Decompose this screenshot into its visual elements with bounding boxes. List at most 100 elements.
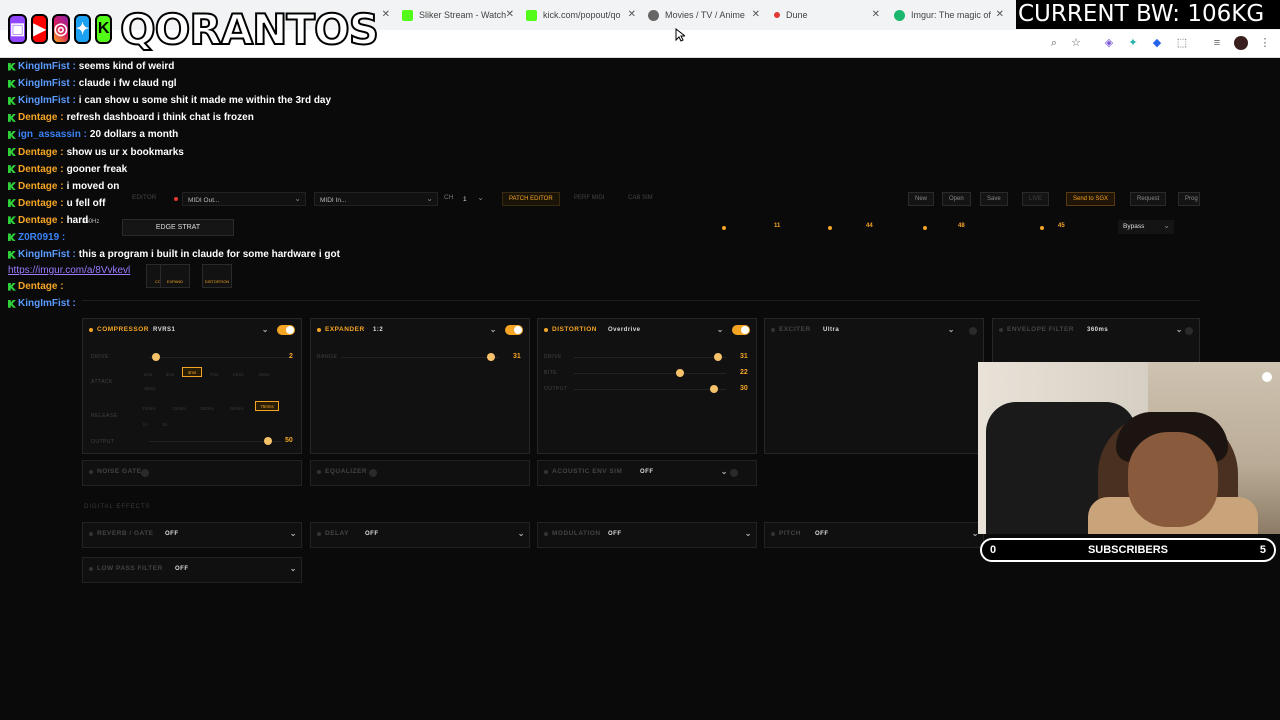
- chat-username[interactable]: Dentage :: [18, 281, 64, 292]
- exciter-mode-select[interactable]: Ultra ⌄: [823, 325, 955, 337]
- compressor-toggle[interactable]: [277, 325, 295, 335]
- channel-select[interactable]: 1 ⌄: [458, 192, 488, 206]
- chat-username[interactable]: Z0R0919 :: [18, 232, 65, 243]
- cab-sim-tab[interactable]: CAB SIM: [622, 192, 659, 206]
- chat-username[interactable]: KingImFist :: [18, 61, 76, 72]
- modulation-mode-select[interactable]: OFF ⌄: [608, 529, 752, 541]
- open-button[interactable]: Open: [942, 192, 971, 206]
- tab-kick-popout[interactable]: kick.com/popout/qo ✕: [520, 4, 640, 26]
- patch-editor-tab[interactable]: PATCH EDITOR: [502, 192, 560, 206]
- slider-thumb[interactable]: [676, 369, 685, 377]
- reverb-mode-select[interactable]: OFF ⌄: [165, 529, 297, 541]
- tab-dune[interactable]: Dune ✕: [766, 4, 884, 26]
- chat-username[interactable]: Dentage :: [18, 164, 64, 175]
- slider-thumb[interactable]: [709, 385, 718, 393]
- chevron-down-icon: ⌄: [1175, 325, 1183, 334]
- close-icon[interactable]: ✕: [996, 9, 1004, 20]
- acoustic-mode-select[interactable]: OFF ⌄: [640, 467, 728, 479]
- live-button[interactable]: LIVE: [1022, 192, 1050, 206]
- slider-thumb[interactable]: [263, 437, 272, 445]
- distortion-toggle[interactable]: [732, 325, 750, 335]
- release-chip[interactable]: 500ms: [227, 403, 247, 413]
- envelope-toggle[interactable]: [1185, 327, 1193, 335]
- close-icon[interactable]: ✕: [752, 9, 760, 20]
- chat-username[interactable]: KingImFist :: [18, 249, 76, 260]
- output-slider[interactable]: [149, 441, 281, 442]
- expander-toggle[interactable]: [505, 325, 523, 335]
- range-slider[interactable]: [341, 357, 499, 358]
- tab-sliker[interactable]: Sliker Stream - Watch ✕: [396, 4, 518, 26]
- bite-slider[interactable]: [574, 373, 726, 374]
- acoustic-toggle[interactable]: [730, 469, 738, 477]
- send-to-sgx-button[interactable]: Send to SGX: [1066, 192, 1116, 206]
- chat-username[interactable]: Dentage :: [18, 147, 64, 158]
- release-chip[interactable]: 150ms: [169, 403, 189, 413]
- release-chip[interactable]: 1s: [135, 419, 155, 429]
- chat-username[interactable]: KingImFist :: [18, 298, 76, 309]
- chat-username[interactable]: Dentage :: [18, 198, 64, 209]
- extensions-puzzle-icon[interactable]: ⬚: [1175, 36, 1189, 50]
- release-chip[interactable]: 100ms: [139, 403, 159, 413]
- tab-imgur[interactable]: Imgur: The magic of ✕: [888, 4, 1008, 26]
- attack-chip[interactable]: 14ms: [228, 369, 248, 379]
- program-button[interactable]: Prog: [1178, 192, 1200, 206]
- expander-mode-select[interactable]: 1:2 ⌄: [373, 325, 497, 337]
- param-dot[interactable]: [722, 226, 726, 230]
- param-dot[interactable]: [923, 226, 927, 230]
- chat-link[interactable]: https://imgur.com/a/8Vvkevl: [8, 263, 408, 278]
- media-icon[interactable]: ≡: [1210, 36, 1224, 50]
- chat-username[interactable]: Dentage :: [18, 112, 64, 123]
- param-dot[interactable]: [1040, 226, 1044, 230]
- compressor-mode-select[interactable]: RVRS1 ⌄: [153, 325, 269, 337]
- close-icon[interactable]: ✕: [506, 9, 514, 20]
- close-icon[interactable]: ✕: [382, 9, 390, 20]
- noise-gate-toggle[interactable]: [141, 469, 149, 477]
- lpf-mode-select[interactable]: OFF ⌄: [175, 564, 297, 576]
- tab-title: kick.com/popout/qo: [543, 10, 621, 20]
- slider-thumb[interactable]: [152, 353, 161, 361]
- bookmark-star-icon[interactable]: ☆: [1069, 36, 1083, 50]
- equalizer-toggle[interactable]: [369, 469, 377, 477]
- exciter-toggle[interactable]: [969, 327, 977, 335]
- twitter-icon: ✦: [73, 14, 92, 44]
- extension-icon[interactable]: ◈: [1102, 36, 1116, 50]
- slider-thumb[interactable]: [714, 353, 723, 361]
- release-chip-selected[interactable]: 750ms: [255, 401, 279, 411]
- output-slider[interactable]: [574, 389, 726, 390]
- drive-slider[interactable]: [574, 357, 726, 358]
- param-dot[interactable]: [828, 226, 832, 230]
- attack-chip[interactable]: 2ms: [138, 369, 158, 379]
- tab-movies[interactable]: Movies / TV / Anime ✕: [642, 4, 764, 26]
- release-chip[interactable]: 250ms: [197, 403, 217, 413]
- close-icon[interactable]: ✕: [872, 9, 880, 20]
- slider-thumb[interactable]: [487, 353, 496, 361]
- new-button[interactable]: New: [908, 192, 935, 206]
- attack-chip[interactable]: 7ms: [204, 369, 224, 379]
- bypass-select[interactable]: Bypass ⌄: [1118, 220, 1174, 234]
- chat-username[interactable]: KingImFist :: [18, 95, 76, 106]
- save-button[interactable]: Save: [980, 192, 1008, 206]
- attack-chip[interactable]: 3ms: [160, 369, 180, 379]
- perf-midi-tab[interactable]: PERF MIDI: [568, 192, 610, 206]
- attack-chip[interactable]: 50ms: [140, 383, 160, 393]
- chat-username[interactable]: KingImFist :: [18, 78, 76, 89]
- attack-chip-selected[interactable]: 4ms: [182, 367, 202, 377]
- tab-prev-close[interactable]: ✕: [376, 4, 392, 26]
- envelope-mode-select[interactable]: 360ms ⌄: [1087, 325, 1183, 337]
- attack-chip[interactable]: 20ms: [254, 369, 274, 379]
- close-icon[interactable]: ✕: [628, 9, 636, 20]
- request-button[interactable]: Request: [1130, 192, 1167, 206]
- avatar[interactable]: [1234, 36, 1248, 50]
- extension-icon[interactable]: ◆: [1150, 36, 1164, 50]
- chat-username[interactable]: ign_assassin :: [18, 129, 87, 140]
- chat-username[interactable]: Dentage :: [18, 181, 64, 192]
- chat-username[interactable]: Dentage :: [18, 215, 64, 226]
- extension-icon[interactable]: ✦: [1126, 36, 1140, 50]
- pitch-mode-select[interactable]: OFF ⌄: [815, 529, 979, 541]
- distortion-mode-select[interactable]: Overdrive ⌄: [608, 325, 724, 337]
- drive-slider[interactable]: [149, 357, 293, 358]
- release-chip[interactable]: 2s: [155, 419, 175, 429]
- kebab-menu-icon[interactable]: ⋮: [1258, 36, 1272, 50]
- zoom-icon[interactable]: ⌕: [1047, 36, 1061, 50]
- delay-mode-select[interactable]: OFF ⌄: [365, 529, 525, 541]
